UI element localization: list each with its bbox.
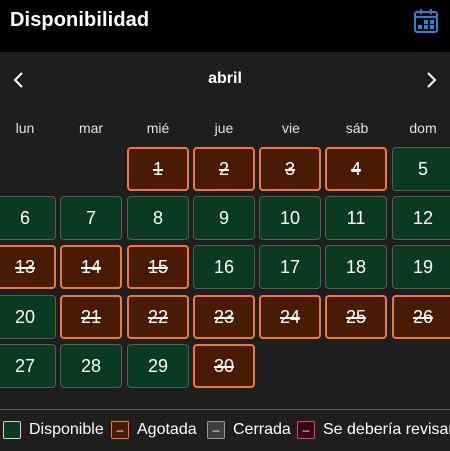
day-cell-available[interactable]: 16 — [193, 245, 255, 289]
day-cell-soldout[interactable]: 26 — [392, 295, 450, 339]
day-number: 10 — [279, 207, 301, 228]
day-cell-available[interactable]: 20 — [0, 295, 56, 339]
day-number: 23 — [213, 306, 235, 327]
day-cell-soldout[interactable]: 25 — [325, 295, 387, 339]
day-number: 21 — [80, 306, 102, 327]
day-number: 13 — [14, 256, 36, 277]
day-cell-soldout[interactable]: 30 — [193, 344, 255, 388]
day-number: 22 — [147, 306, 169, 327]
day-number: 5 — [417, 158, 428, 179]
legend-swatch: – — [207, 421, 225, 439]
day-number: 6 — [19, 207, 30, 228]
app-bar: Disponibilidad — [0, 0, 450, 52]
day-cell-soldout[interactable]: 15 — [127, 245, 189, 289]
day-cell-available[interactable]: 28 — [60, 344, 122, 388]
day-cell-available[interactable]: 10 — [259, 196, 321, 240]
day-cell-soldout[interactable]: 13 — [0, 245, 56, 289]
day-number: 9 — [218, 207, 229, 228]
month-navigation: abril — [0, 64, 450, 96]
day-number: 17 — [279, 256, 301, 277]
day-cell-available[interactable]: 27 — [0, 344, 56, 388]
legend-label: Agotada — [137, 421, 197, 438]
day-number: 2 — [218, 158, 229, 179]
day-number: 3 — [284, 158, 295, 179]
weekday-label: mar — [78, 120, 104, 136]
day-number: 11 — [346, 207, 366, 228]
page-title: Disponibilidad — [10, 9, 150, 31]
day-cell-soldout[interactable]: 23 — [193, 295, 255, 339]
weekday-label: jue — [214, 120, 234, 136]
legend: Disponible – Agotada – Cerrada – Se debería re… — [0, 409, 450, 451]
legend-item: – Se debería revisar — [297, 419, 450, 441]
day-number: 26 — [412, 306, 434, 327]
legend-label: Disponible — [29, 421, 104, 438]
day-cell-available[interactable]: 29 — [127, 344, 189, 388]
day-number: 19 — [412, 256, 434, 277]
day-cell-available[interactable]: 17 — [259, 245, 321, 289]
day-cell-soldout[interactable]: 21 — [60, 295, 122, 339]
day-cell-available[interactable]: 9 — [193, 196, 255, 240]
day-number: 30 — [213, 355, 235, 376]
day-number: 29 — [147, 355, 169, 376]
weekday-label: lun — [15, 120, 35, 136]
month-label: abril — [208, 70, 242, 87]
day-cell-soldout[interactable]: 24 — [259, 295, 321, 339]
day-cell-available[interactable]: 19 — [392, 245, 450, 289]
legend-item: – Cerrada — [207, 419, 291, 441]
day-number: 12 — [412, 207, 434, 228]
day-cell-available[interactable]: 5 — [392, 147, 450, 191]
day-cell-available[interactable]: 12 — [392, 196, 450, 240]
day-cell-soldout[interactable]: 4 — [325, 147, 387, 191]
day-number: 18 — [345, 256, 367, 277]
day-cell-soldout[interactable]: 14 — [60, 245, 122, 289]
day-number: 24 — [279, 306, 301, 327]
day-number: 25 — [345, 306, 367, 327]
legend-label: Cerrada — [233, 421, 291, 438]
day-cell-soldout[interactable]: 1 — [127, 147, 189, 191]
day-number: 28 — [80, 355, 102, 376]
legend-swatch — [3, 421, 21, 439]
day-number: 1 — [152, 158, 163, 179]
legend-item: Disponible — [3, 419, 104, 441]
day-number: 8 — [152, 207, 163, 228]
day-number: 27 — [14, 355, 36, 376]
weekday-label: vie — [282, 120, 300, 136]
day-number: 4 — [350, 158, 361, 179]
day-number: 14 — [80, 256, 102, 277]
legend-swatch: – — [297, 421, 315, 439]
day-number: 15 — [147, 256, 169, 277]
day-cell-soldout[interactable]: 3 — [259, 147, 321, 191]
day-cell-soldout[interactable]: 22 — [127, 295, 189, 339]
day-number: 20 — [14, 306, 36, 327]
legend-label: Se debería revisar — [323, 421, 450, 438]
day-cell-available[interactable]: 11 — [325, 196, 387, 240]
legend-item: – Agotada — [111, 419, 197, 441]
day-cell-available[interactable]: 6 — [0, 196, 56, 240]
calendar-icon[interactable] — [412, 7, 440, 35]
day-number: 16 — [213, 256, 235, 277]
weekday-label: mié — [146, 120, 170, 136]
day-cell-soldout[interactable]: 2 — [193, 147, 255, 191]
chevron-right-icon[interactable] — [415, 64, 447, 96]
legend-swatch: – — [111, 421, 129, 439]
day-cell-available[interactable]: 8 — [127, 196, 189, 240]
day-cell-available[interactable]: 7 — [60, 196, 122, 240]
weekday-label: dom — [409, 120, 437, 136]
day-number: 7 — [85, 207, 96, 228]
weekday-label: sáb — [345, 120, 369, 136]
day-cell-available[interactable]: 18 — [325, 245, 387, 289]
